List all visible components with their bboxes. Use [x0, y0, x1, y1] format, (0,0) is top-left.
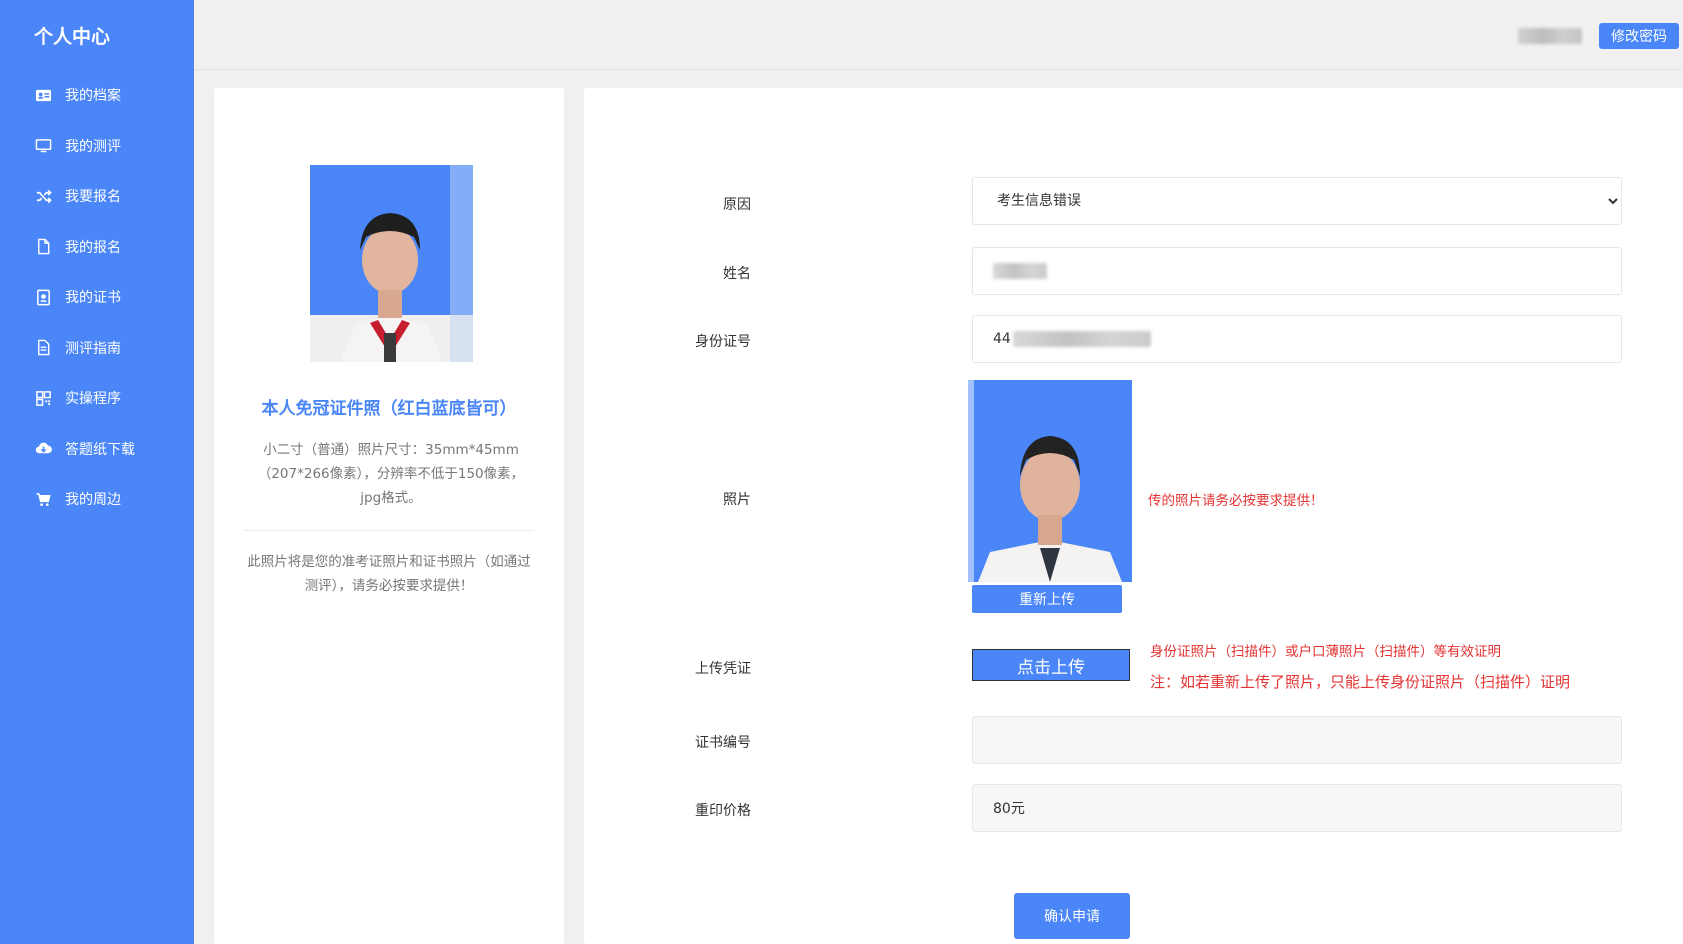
photo-warning-text: 传的照片请务必按要求提供！: [1148, 493, 1324, 509]
id-card-icon: [34, 86, 52, 104]
sidebar-item-profile[interactable]: 我的档案: [0, 70, 194, 121]
sidebar-item-label: 我要报名: [65, 189, 121, 206]
sidebar-nav: 我的档案 我的测评 我要报名 我的报名 我的证书 测评指南 实操程序 答题纸下载…: [0, 70, 194, 525]
photo-label: 照片: [723, 492, 751, 508]
sidebar-item-answer-sheet-download[interactable]: 答题纸下载: [0, 424, 194, 475]
voucher-label: 上传凭证: [695, 661, 751, 677]
sidebar-item-label: 实操程序: [65, 391, 121, 408]
reprint-price-field: 80元: [972, 784, 1622, 832]
sidebar-item-my-registration[interactable]: 我的报名: [0, 222, 194, 273]
confirm-application-button[interactable]: 确认申请: [1014, 893, 1130, 939]
sidebar-item-label: 测评指南: [65, 340, 121, 357]
voucher-note: 注：如若重新上传了照片，只能上传身份证照片（扫描件）证明: [1150, 673, 1571, 691]
photo-requirements-card: 本人免冠证件照（红白蓝底皆可） 小二寸（普通）照片尺寸：35mm*45mm（20…: [214, 88, 564, 944]
sidebar-item-register[interactable]: 我要报名: [0, 171, 194, 222]
certificate-icon: [34, 288, 52, 306]
sidebar-title: 个人中心: [34, 26, 111, 48]
id-photo-preview: [310, 165, 473, 362]
id-number-redacted: [1012, 331, 1151, 347]
sidebar-item-label: 我的档案: [65, 88, 121, 105]
reason-dropdown[interactable]: 考生信息错误: [993, 178, 1621, 224]
reprint-application-form: 原因 考生信息错误 姓名 身份证号 44 照片 重新上传 传的照片请务必按要求提…: [584, 88, 1683, 944]
sidebar-item-practice[interactable]: 实操程序: [0, 373, 194, 424]
photo-requirements-title: 本人免冠证件照（红白蓝底皆可）: [261, 399, 517, 419]
cert-number-label: 证书编号: [695, 735, 751, 751]
name-label: 姓名: [723, 266, 751, 282]
id-number-label: 身份证号: [695, 334, 751, 350]
username-redacted: [1518, 28, 1582, 44]
sidebar-item-label: 我的报名: [65, 239, 121, 256]
name-redacted: [993, 263, 1047, 279]
name-field[interactable]: [972, 247, 1622, 295]
reprint-price-label: 重印价格: [695, 803, 751, 819]
file-icon: [34, 238, 52, 256]
shuffle-icon: [34, 187, 52, 205]
sidebar-item-label: 我的测评: [65, 138, 121, 155]
cloud-download-icon: [34, 440, 52, 458]
sidebar-item-evaluation[interactable]: 我的测评: [0, 121, 194, 172]
reason-select[interactable]: 考生信息错误: [972, 177, 1622, 225]
qrcode-icon: [34, 389, 52, 407]
document-icon: [34, 339, 52, 357]
cart-icon: [34, 490, 52, 508]
id-number-field[interactable]: 44: [972, 315, 1622, 363]
voucher-hint: 身份证照片（扫描件）或户口薄照片（扫描件）等有效证明: [1150, 644, 1501, 660]
sidebar-item-label: 我的证书: [65, 290, 121, 307]
cert-number-field[interactable]: [972, 716, 1622, 764]
photo-size-description: 小二寸（普通）照片尺寸：35mm*45mm（207*266像素），分辨率不低于1…: [257, 442, 525, 506]
monitor-icon: [34, 137, 52, 155]
sidebar-item-label: 答题纸下载: [65, 441, 135, 458]
sidebar-item-label: 我的周边: [65, 492, 121, 509]
divider: [244, 530, 534, 531]
upload-voucher-button[interactable]: 点击上传: [972, 649, 1130, 681]
sidebar-item-certificate[interactable]: 我的证书: [0, 272, 194, 323]
photo-usage-note: 此照片将是您的准考证照片和证书照片（如通过测评），请务必按要求提供！: [247, 554, 531, 594]
top-bar: [194, 0, 1683, 70]
reupload-photo-button[interactable]: 重新上传: [972, 585, 1122, 613]
uploaded-photo-preview: [968, 380, 1132, 582]
change-password-button[interactable]: 修改密码: [1599, 23, 1679, 49]
sidebar-item-merch[interactable]: 我的周边: [0, 474, 194, 525]
id-number-prefix: 44: [993, 331, 1011, 347]
reason-label: 原因: [723, 197, 751, 213]
sidebar-item-guide[interactable]: 测评指南: [0, 323, 194, 374]
sidebar: 个人中心 我的档案 我的测评 我要报名 我的报名 我的证书 测评指南 实操程序 …: [0, 0, 194, 944]
